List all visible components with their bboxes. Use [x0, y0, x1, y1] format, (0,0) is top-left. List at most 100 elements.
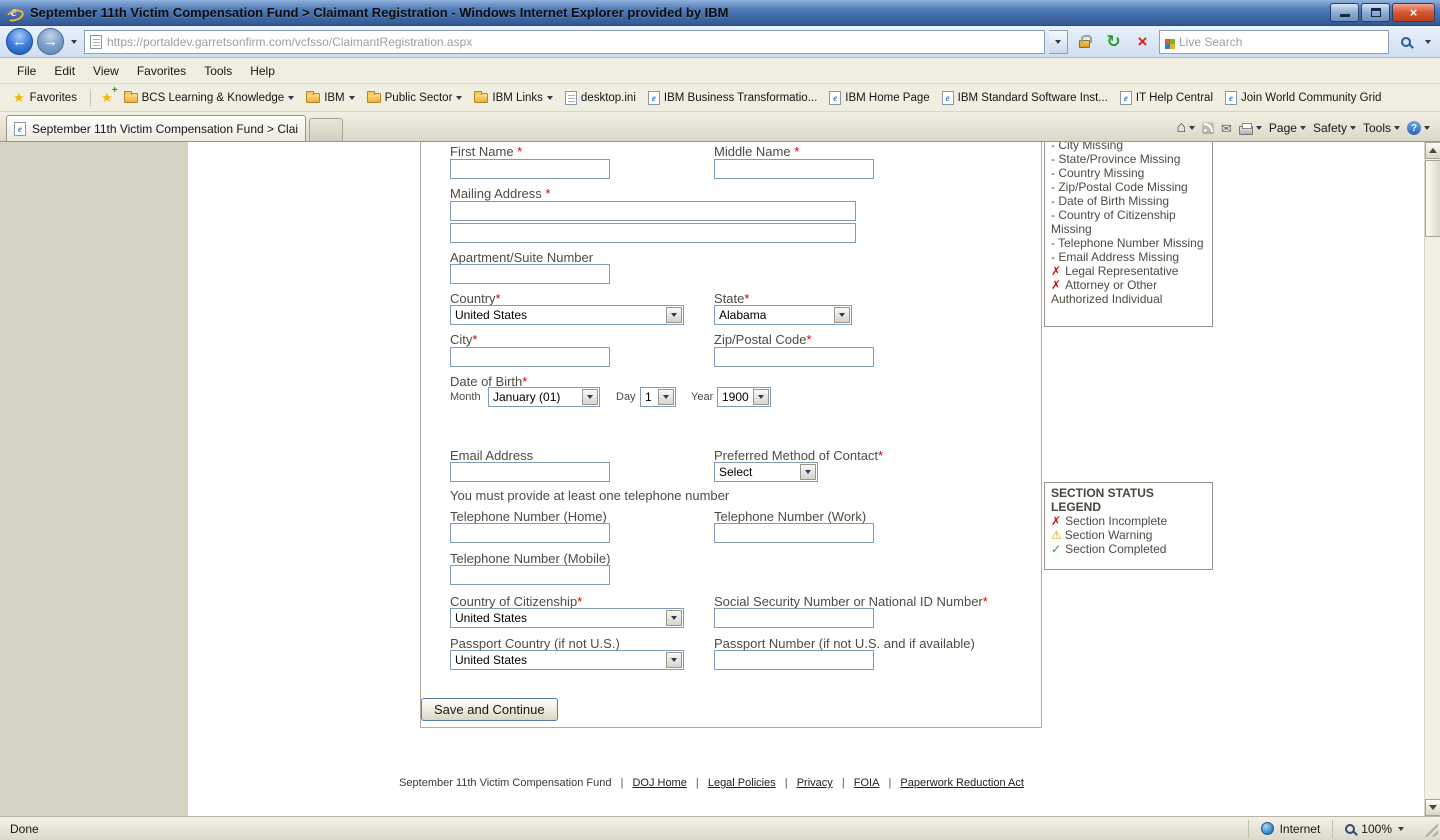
help-icon: ?: [1407, 121, 1421, 135]
stop-button[interactable]: ×: [1130, 30, 1155, 54]
window-title: September 11th Victim Compensation Fund …: [30, 5, 1330, 20]
back-button[interactable]: ←: [6, 28, 33, 55]
month-select[interactable]: January (01): [488, 387, 600, 407]
footer-link-legal-policies[interactable]: Legal Policies: [708, 777, 776, 789]
feeds-button[interactable]: [1202, 122, 1214, 134]
favorites-item-join-world-community-grid[interactable]: e Join World Community Grid: [1220, 88, 1386, 108]
favorites-item-ibm-home-page[interactable]: e IBM Home Page: [824, 88, 934, 108]
menu-favorites[interactable]: Favorites: [128, 60, 195, 82]
footer-link-paperwork-reduction-act[interactable]: Paperwork Reduction Act: [900, 777, 1024, 789]
tab-claimant-registration[interactable]: e September 11th Victim Compensation Fun…: [6, 115, 306, 141]
year-select[interactable]: 1900: [717, 387, 771, 407]
new-tab-button[interactable]: [309, 118, 343, 141]
country-select-value: United States: [455, 308, 663, 322]
passport-country-select[interactable]: United States: [450, 650, 684, 670]
favorites-item-ibm-links[interactable]: IBM Links: [469, 89, 558, 107]
missing-item-state: - State/Province Missing: [1051, 152, 1206, 166]
scrollbar-thumb[interactable]: [1425, 160, 1440, 237]
refresh-button[interactable]: ↻: [1101, 30, 1126, 54]
mailing-address-line1-input[interactable]: [450, 201, 856, 221]
page-menu-button[interactable]: Page: [1269, 121, 1306, 135]
webpage-icon: e: [829, 91, 841, 105]
middle-name-input[interactable]: [714, 159, 874, 179]
favorites-item-desktop-ini[interactable]: desktop.ini: [560, 88, 641, 108]
state-select[interactable]: Alabama: [714, 305, 852, 325]
security-lock-button[interactable]: [1072, 30, 1097, 54]
first-name-input[interactable]: [450, 159, 610, 179]
ie-page-glyph: e: [15, 123, 25, 135]
country-select[interactable]: United States: [450, 305, 684, 325]
apartment-input[interactable]: [450, 264, 610, 284]
favorites-button[interactable]: ★ Favorites: [6, 88, 84, 107]
url-input[interactable]: [107, 35, 1039, 49]
footer-link-doj-home[interactable]: DOJ Home: [632, 777, 686, 789]
add-favorite-button[interactable]: ★+: [101, 91, 113, 104]
read-mail-button[interactable]: ✉: [1221, 122, 1232, 135]
search-box[interactable]: [1159, 30, 1389, 54]
scroll-up-button[interactable]: [1425, 142, 1440, 159]
menu-edit[interactable]: Edit: [45, 60, 84, 82]
footer-separator: |: [842, 777, 845, 789]
day-select[interactable]: 1: [640, 387, 676, 407]
menu-help[interactable]: Help: [241, 60, 284, 82]
webpage-icon: e: [942, 91, 954, 105]
mailing-address-line2-input[interactable]: [450, 223, 856, 243]
email-input[interactable]: [450, 462, 610, 482]
tools-menu-button[interactable]: Tools: [1363, 121, 1400, 135]
contact-method-select[interactable]: Select: [714, 462, 818, 482]
mailing-address-label: Mailing Address *: [450, 186, 550, 201]
favorites-item-public-sector[interactable]: Public Sector: [362, 89, 468, 107]
maximize-icon: [1371, 8, 1381, 17]
menu-view[interactable]: View: [84, 60, 128, 82]
favorites-item-ibm[interactable]: IBM: [301, 89, 359, 107]
minimize-button[interactable]: [1330, 3, 1359, 22]
close-button[interactable]: ×: [1392, 3, 1435, 22]
vertical-scrollbar[interactable]: [1424, 142, 1440, 816]
search-options-dropdown[interactable]: [1422, 40, 1434, 44]
phone-mobile-label: Telephone Number (Mobile): [450, 551, 610, 566]
ssn-input[interactable]: [714, 608, 874, 628]
phone-home-input[interactable]: [450, 523, 610, 543]
favorites-item-ibm-business-transformation[interactable]: e IBM Business Transformatio...: [643, 88, 822, 108]
passport-number-input[interactable]: [714, 650, 874, 670]
footer-link-foia[interactable]: FOIA: [854, 777, 880, 789]
first-name-label: First Name *: [450, 144, 522, 159]
favorites-item-bcs-learning[interactable]: BCS Learning & Knowledge: [119, 89, 300, 107]
address-bar[interactable]: [84, 30, 1045, 54]
citizenship-select-value: United States: [455, 611, 663, 625]
menu-tools[interactable]: Tools: [195, 60, 241, 82]
favorites-item-ibm-standard-software[interactable]: e IBM Standard Software Inst...: [937, 88, 1113, 108]
menu-file[interactable]: File: [8, 60, 45, 82]
search-button[interactable]: [1393, 30, 1418, 54]
safety-menu-label: Safety: [1313, 121, 1347, 135]
home-button[interactable]: ⌂: [1176, 120, 1195, 136]
forward-button[interactable]: →: [37, 28, 64, 55]
citizenship-select[interactable]: United States: [450, 608, 684, 628]
address-dropdown-button[interactable]: [1049, 30, 1068, 54]
safety-menu-button[interactable]: Safety: [1313, 121, 1356, 135]
zoom-control[interactable]: 100%: [1332, 820, 1416, 838]
plus-icon: +: [112, 86, 118, 96]
maximize-button[interactable]: [1361, 3, 1390, 22]
close-icon: ×: [1410, 5, 1418, 20]
day-select-value: 1: [645, 390, 655, 404]
ie-page-glyph: e: [649, 92, 659, 104]
scroll-down-button[interactable]: [1425, 799, 1440, 816]
resize-grip[interactable]: [1422, 821, 1438, 837]
footer-link-privacy[interactable]: Privacy: [797, 777, 833, 789]
tab-title: September 11th Victim Compensation Fund …: [32, 122, 298, 136]
save-and-continue-button[interactable]: Save and Continue: [421, 698, 558, 721]
search-input[interactable]: [1179, 35, 1383, 49]
favorites-item-it-help-central[interactable]: e IT Help Central: [1115, 88, 1218, 108]
zip-input[interactable]: [714, 347, 874, 367]
chevron-down-icon: [1425, 40, 1431, 44]
city-input[interactable]: [450, 347, 610, 367]
help-button[interactable]: ?: [1407, 121, 1430, 135]
print-button[interactable]: [1239, 122, 1262, 135]
recent-pages-dropdown[interactable]: [68, 40, 80, 44]
favorites-item-label: IBM: [324, 92, 344, 104]
missing-item-country: - Country Missing: [1051, 166, 1206, 180]
chevron-down-icon: [456, 96, 462, 100]
phone-mobile-input[interactable]: [450, 565, 610, 585]
phone-work-input[interactable]: [714, 523, 874, 543]
